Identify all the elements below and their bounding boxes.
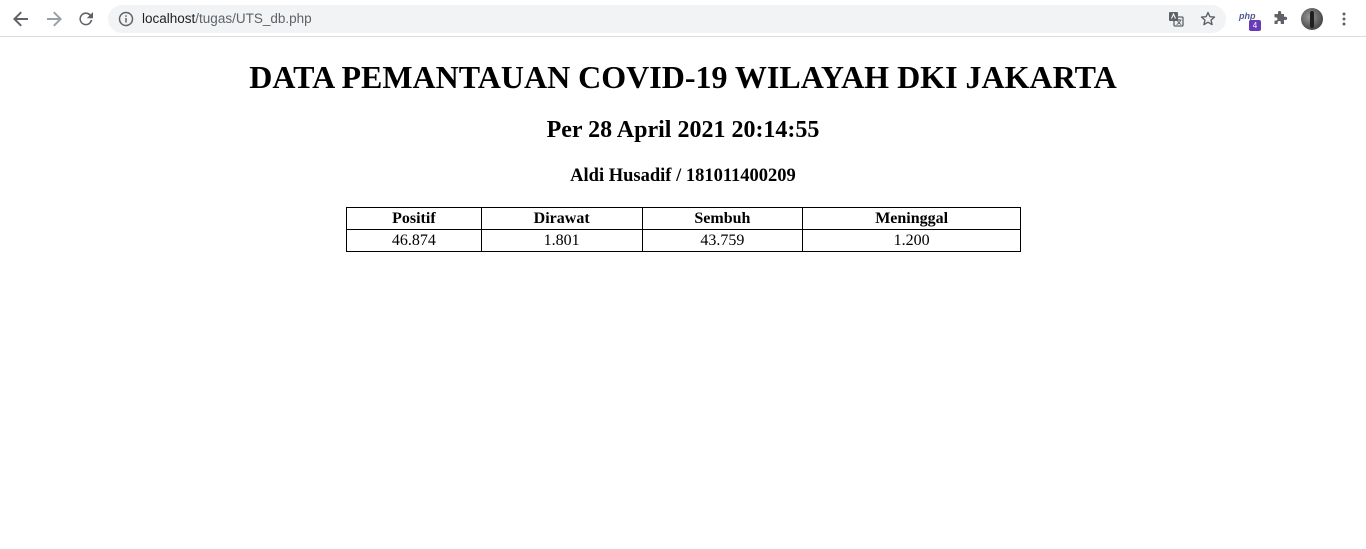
url-text[interactable]: localhost/tugas/UTS_db.php (142, 11, 312, 27)
php-extension-badge: 4 (1249, 20, 1261, 31)
kebab-menu-icon (1342, 12, 1346, 26)
cell-dirawat: 1.801 (480, 229, 643, 252)
url-path: /tugas/UTS_db.php (195, 11, 312, 26)
header-positif: Positif (346, 207, 482, 230)
table-header-row: Positif Dirawat Sembuh Meninggal (346, 207, 1021, 230)
translate-icon (1169, 12, 1184, 27)
reload-icon (79, 12, 93, 26)
puzzle-icon (1274, 11, 1288, 24)
cell-meninggal: 1.200 (802, 229, 1021, 252)
covid-data-table: Positif Dirawat Sembuh Meninggal 46.874 … (346, 207, 1021, 252)
url-host: localhost (142, 11, 196, 26)
date-heading: Per 28 April 2021 20:14:55 (546, 117, 820, 143)
header-meninggal: Meninggal (802, 207, 1021, 230)
forward-button[interactable] (40, 6, 68, 32)
cell-positif: 46.874 (346, 229, 482, 252)
cell-sembuh: 43.759 (641, 229, 804, 252)
browser-toolbar: localhost/tugas/UTS_db.php php 4 (0, 0, 1366, 37)
profile-avatar[interactable] (1301, 8, 1323, 30)
header-sembuh: Sembuh (641, 207, 804, 230)
bookmark-button[interactable] (1199, 10, 1217, 28)
reload-button[interactable] (72, 6, 100, 32)
arrow-left-icon (13, 11, 28, 27)
arrow-right-icon (47, 11, 62, 27)
author-heading: Aldi Husadif / 181011400209 (570, 166, 796, 186)
star-icon (1200, 11, 1216, 26)
extensions-button[interactable] (1269, 8, 1291, 30)
page-title: DATA PEMANTAUAN COVID-19 WILAYAH DKI JAK… (249, 59, 1117, 95)
browser-menu-button[interactable] (1333, 8, 1355, 30)
back-button[interactable] (7, 6, 35, 32)
header-dirawat: Dirawat (480, 207, 643, 230)
php-extension-button[interactable]: php 4 (1237, 8, 1261, 31)
info-icon[interactable] (118, 11, 134, 27)
page-content: DATA PEMANTAUAN COVID-19 WILAYAH DKI JAK… (0, 38, 1366, 549)
table-row: 46.874 1.801 43.759 1.200 (346, 229, 1021, 252)
translate-button[interactable] (1167, 10, 1185, 28)
address-bar[interactable]: localhost/tugas/UTS_db.php (108, 5, 1226, 33)
